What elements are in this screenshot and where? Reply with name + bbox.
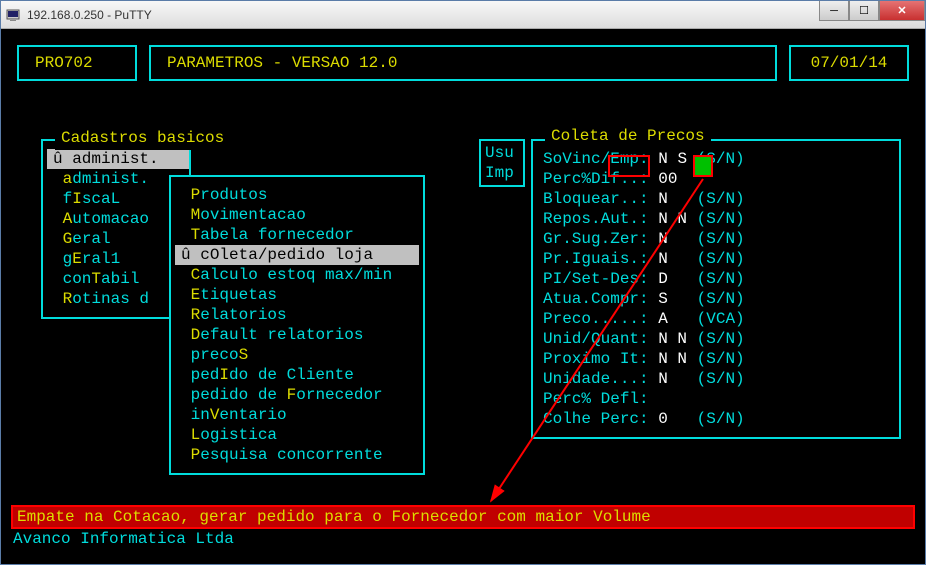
submenu-pedido-cliente[interactable]: pedIdo de Cliente — [175, 365, 419, 385]
menu1-item-contabil[interactable]: conTabil — [47, 269, 189, 289]
row-preco: Preco.....: A (VCA) — [543, 309, 889, 329]
submenu-precos[interactable]: precoS — [175, 345, 419, 365]
submenu-etiquetas[interactable]: Etiquetas — [175, 285, 419, 305]
submenu-calculo[interactable]: Calculo estoq max/min — [175, 265, 419, 285]
header-row: PRO702 PARAMETROS - VERSAO 12.0 07/01/14 — [17, 45, 909, 81]
submenu-default-rel[interactable]: Default relatorios — [175, 325, 419, 345]
header-params: PARAMETROS - VERSAO 12.0 — [149, 45, 777, 81]
terminal[interactable]: PRO702 PARAMETROS - VERSAO 12.0 07/01/14… — [1, 29, 925, 564]
header-code: PRO702 — [17, 45, 137, 81]
submenu-pedido-forn[interactable]: pedido de Fornecedor — [175, 385, 419, 405]
menu1-item-geral[interactable]: Geral — [47, 229, 189, 249]
submenu-produtos[interactable]: Produtos — [175, 185, 419, 205]
row-reposaut: Repos.Aut.: N N (S/N) — [543, 209, 889, 229]
panel-title: Coleta de Precos — [545, 126, 711, 146]
row-unidquant: Unid/Quant: N N (S/N) — [543, 329, 889, 349]
submenu-inventario[interactable]: inVentario — [175, 405, 419, 425]
panel-box: SoVinc/Emp: N S (S/N) Perc%Dif..: 00 Blo… — [531, 139, 901, 439]
close-button[interactable]: ✕ — [879, 1, 925, 21]
row-percdefl: Perc% Defl: — [543, 389, 889, 409]
menu1-item-administ[interactable]: û administ. — [47, 149, 189, 169]
annotation-emp-highlight — [608, 155, 650, 177]
row-bloquear: Bloquear..: N (S/N) — [543, 189, 889, 209]
maximize-button[interactable]: ☐ — [849, 1, 879, 21]
row-pisetdes: PI/Set-Des: D (S/N) — [543, 269, 889, 289]
menu1-item-fiscal[interactable]: fIscaL — [47, 189, 189, 209]
window-controls: ─ ☐ ✕ — [819, 1, 925, 21]
menu1-item-automacao[interactable]: Automacao — [47, 209, 189, 229]
row-atuacompr: Atua.Compr: S (S/N) — [543, 289, 889, 309]
row-proximoit: Proximo It: N N (S/N) — [543, 349, 889, 369]
row-percdif: Perc%Dif..: 00 — [543, 169, 889, 189]
submenu-tabela-forn[interactable]: Tabela fornecedor — [175, 225, 419, 245]
usu-label: Usu — [485, 143, 519, 163]
submenu-movimentacao[interactable]: Movimentacao — [175, 205, 419, 225]
footer-text: Avanco Informatica Ltda — [13, 529, 234, 549]
app-window: 192.168.0.250 - PuTTY ─ ☐ ✕ PRO702 PARAM… — [0, 0, 926, 565]
submenu-pesquisa[interactable]: Pesquisa concorrente — [175, 445, 419, 465]
message-text: Empate na Cotacao, gerar pedido para o F… — [17, 507, 651, 527]
message-bar: Empate na Cotacao, gerar pedido para o F… — [11, 505, 915, 529]
row-grsugzer: Gr.Sug.Zer: N (S/N) — [543, 229, 889, 249]
menu-cadastros-title: Cadastros basicos — [55, 126, 230, 150]
window-title: 192.168.0.250 - PuTTY — [27, 8, 152, 22]
menu1-item-rotinas[interactable]: Rotinas d — [47, 289, 189, 309]
row-priguais: Pr.Iguais.: N (S/N) — [543, 249, 889, 269]
minimize-button[interactable]: ─ — [819, 1, 849, 21]
panel-coleta: Coleta de Precos SoVinc/Emp: N S (S/N) P… — [531, 139, 901, 439]
imp-label: Imp — [485, 163, 519, 183]
titlebar[interactable]: 192.168.0.250 - PuTTY ─ ☐ ✕ — [1, 1, 925, 29]
menu1-item-geral1[interactable]: gEral1 — [47, 249, 189, 269]
putty-icon — [5, 7, 21, 23]
usu-imp-box: Usu Imp — [479, 139, 525, 187]
menu1-item-administ2[interactable]: administ. — [47, 169, 189, 189]
header-date: 07/01/14 — [789, 45, 909, 81]
row-sovinc: SoVinc/Emp: N S (S/N) — [543, 149, 889, 169]
submenu-coleta-pedido[interactable]: û cOleta/pedido loja — [175, 245, 419, 265]
submenu: Produtos Movimentacao Tabela fornecedor … — [169, 175, 425, 475]
row-colheperc: Colhe Perc: 0 (S/N) — [543, 409, 889, 429]
submenu-relatorios[interactable]: Relatorios — [175, 305, 419, 325]
row-unidade: Unidade...: N (S/N) — [543, 369, 889, 389]
submenu-logistica[interactable]: Logistica — [175, 425, 419, 445]
annotation-s-highlight — [693, 155, 713, 177]
